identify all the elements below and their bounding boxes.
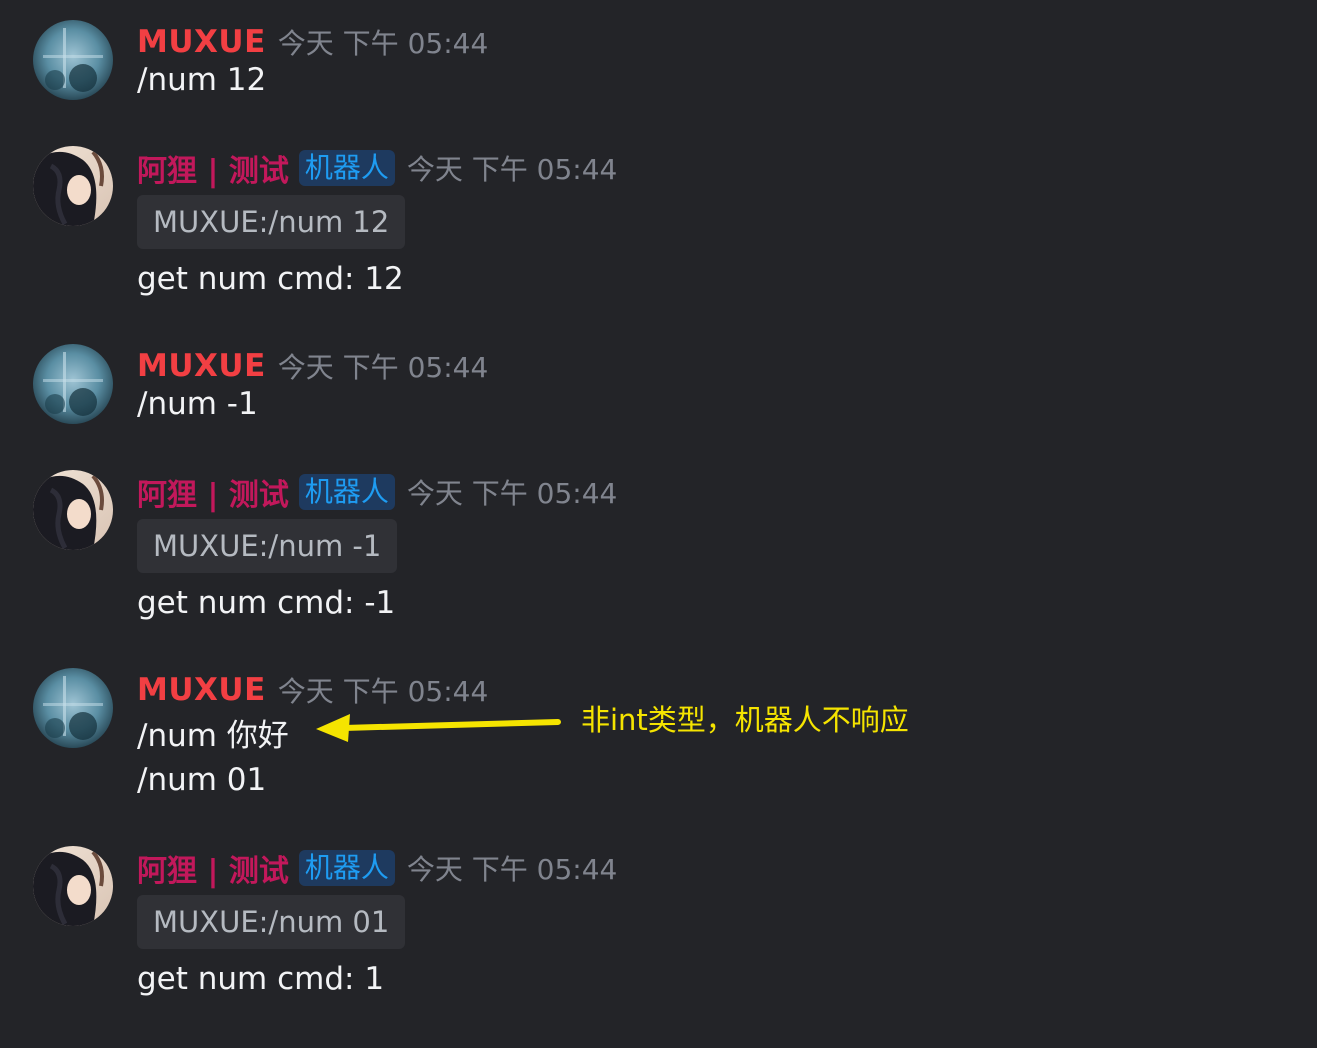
timestamp: 今天 下午 05:44 (277, 675, 489, 708)
timestamp: 今天 下午 05:44 (406, 153, 618, 186)
author-name[interactable]: MUXUE (137, 24, 266, 60)
quoted-message[interactable]: MUXUE:/num 12 (137, 195, 406, 249)
arrow-left-icon (316, 714, 561, 742)
author-name[interactable]: MUXUE (137, 348, 266, 384)
message-header: MUXUE 今天 下午 05:44 (137, 20, 488, 64)
timestamp: 今天 下午 05:44 (406, 853, 618, 886)
message-text: /num 01 (137, 762, 267, 798)
bot-badge: 机器人 (298, 850, 395, 886)
user-avatar-image (33, 344, 113, 424)
user-avatar-image (33, 20, 113, 100)
message-text: /num -1 (137, 386, 258, 422)
message-text: get num cmd: 12 (137, 261, 404, 297)
author-name[interactable]: MUXUE (137, 672, 266, 708)
bot-avatar-image (33, 146, 113, 226)
avatar[interactable] (33, 146, 113, 226)
author-name[interactable]: 阿狸 | 测试 (137, 146, 289, 190)
author-name[interactable]: 阿狸 | 测试 (137, 470, 289, 514)
annotation-note: 非int类型，机器人不响应 (581, 703, 909, 737)
user-avatar-image (33, 668, 113, 748)
bot-badge: 机器人 (298, 474, 395, 510)
chat-log: MUXUE 今天 下午 05:44 /num 12 阿狸 | 测试 机器人 今天… (0, 0, 1317, 1048)
timestamp: 今天 下午 05:44 (277, 27, 489, 60)
message-header: 阿狸 | 测试 机器人 今天 下午 05:44 (137, 470, 617, 514)
bot-avatar-image (33, 470, 113, 550)
message-text: get num cmd: -1 (137, 585, 396, 621)
avatar[interactable] (33, 344, 113, 424)
timestamp: 今天 下午 05:44 (406, 477, 618, 510)
avatar[interactable] (33, 846, 113, 926)
quoted-message[interactable]: MUXUE:/num 01 (137, 895, 406, 949)
message-header: MUXUE 今天 下午 05:44 (137, 668, 488, 712)
message-header: 阿狸 | 测试 机器人 今天 下午 05:44 (137, 846, 617, 890)
message-text: /num 你好 (137, 718, 289, 754)
message-text: /num 12 (137, 62, 267, 98)
author-name[interactable]: 阿狸 | 测试 (137, 846, 289, 890)
timestamp: 今天 下午 05:44 (277, 351, 489, 384)
bot-badge: 机器人 (298, 150, 395, 186)
avatar[interactable] (33, 668, 113, 748)
avatar[interactable] (33, 20, 113, 100)
message-text: get num cmd: 1 (137, 961, 385, 997)
message-header: MUXUE 今天 下午 05:44 (137, 344, 488, 388)
message-header: 阿狸 | 测试 机器人 今天 下午 05:44 (137, 146, 617, 190)
avatar[interactable] (33, 470, 113, 550)
quoted-message[interactable]: MUXUE:/num -1 (137, 519, 398, 573)
bot-avatar-image (33, 846, 113, 926)
